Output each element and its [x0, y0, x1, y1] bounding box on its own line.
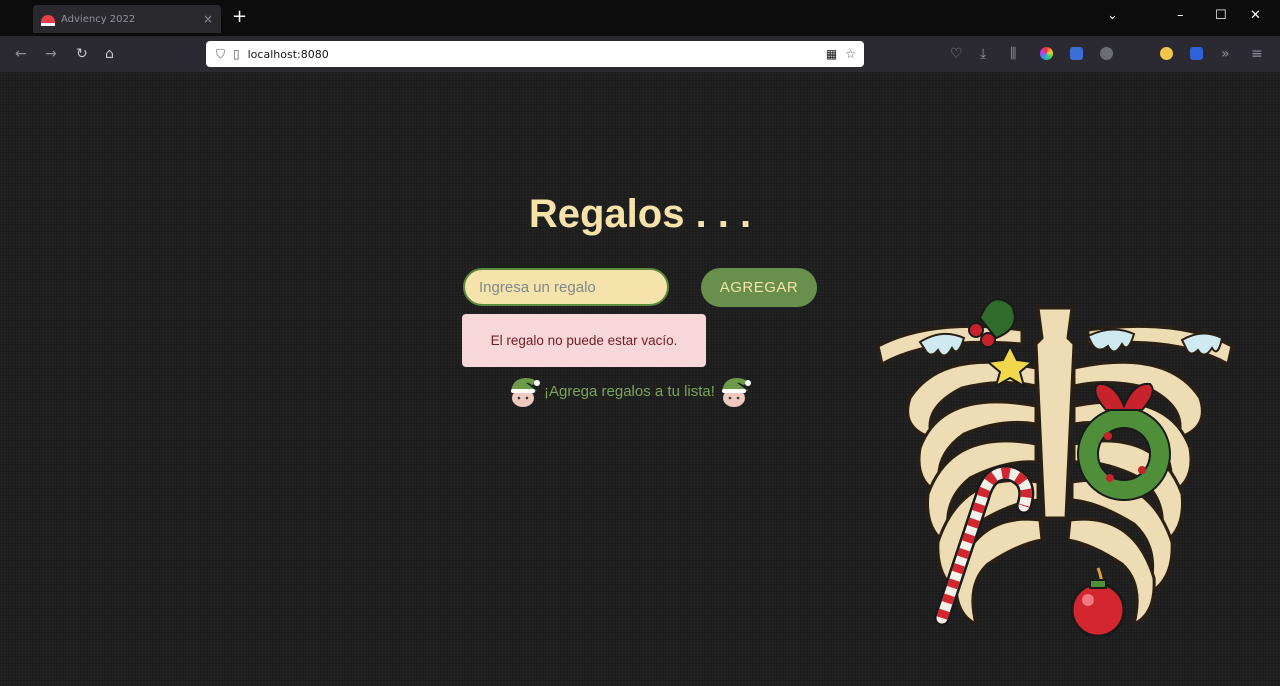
downloads-icon[interactable]: ⤓	[980, 45, 986, 63]
page-info-icon[interactable]: ▯	[233, 47, 240, 61]
forward-icon[interactable]: →	[45, 45, 57, 63]
list-tabs-icon[interactable]: ⌄	[1107, 9, 1118, 23]
maximize-icon[interactable]: ☐	[1215, 9, 1227, 23]
error-alert: El regalo no puede estar vacío.	[462, 314, 706, 367]
bookmark-star-icon[interactable]: ☆	[845, 47, 856, 61]
error-message: El regalo no puede estar vacío.	[490, 333, 678, 348]
gear-extension-icon[interactable]	[1100, 47, 1113, 60]
elf-icon	[721, 378, 751, 407]
address-bar[interactable]: ⛉ ▯ localhost:8080 ▦ ☆	[206, 41, 864, 67]
santa-hat-icon	[41, 14, 55, 26]
home-icon[interactable]: ⌂	[105, 45, 114, 63]
url-text[interactable]: localhost:8080	[248, 48, 329, 61]
reload-icon[interactable]: ↻	[76, 45, 88, 63]
color-picker-extension-icon[interactable]	[1040, 47, 1053, 60]
new-tab-button[interactable]: +	[232, 8, 247, 26]
elf-icon	[511, 378, 540, 407]
empty-list-text: ¡Agrega regalos a tu lista!	[544, 382, 715, 400]
page-title: Regalos . . .	[528, 192, 752, 236]
close-tab-icon[interactable]: ×	[203, 12, 213, 26]
navigation-toolbar: ← → ↻ ⌂ ⛉ ▯ localhost:8080 ▦ ☆ ♡ ⤓ ⫼ » ≡	[0, 36, 1280, 72]
add-gift-button[interactable]: AGREGAR	[701, 268, 817, 307]
page-content: Regalos . . . AGREGAR El regalo no puede…	[0, 72, 1280, 686]
gift-input[interactable]	[463, 268, 669, 306]
shield-icon[interactable]: ⛉	[216, 47, 225, 62]
translate-extension-icon[interactable]	[1070, 47, 1083, 60]
emoji-extension-icon[interactable]	[1160, 47, 1173, 60]
window-close-icon[interactable]: ✕	[1250, 9, 1261, 23]
overflow-chevrons-icon[interactable]: »	[1221, 45, 1230, 63]
back-icon[interactable]: ←	[15, 45, 27, 63]
tab-title: Adviency 2022	[61, 13, 136, 25]
tab-bar: Adviency 2022 × + ⌄ – ☐ ✕	[0, 0, 1280, 36]
browser-tab[interactable]: Adviency 2022 ×	[33, 5, 221, 33]
qr-code-icon[interactable]: ▦	[826, 47, 837, 61]
empty-list-message: ¡Agrega regalos a tu lista!	[508, 374, 751, 408]
minimize-icon[interactable]: –	[1177, 9, 1184, 23]
pocket-icon[interactable]: ♡	[950, 45, 963, 63]
menu-icon[interactable]: ≡	[1251, 45, 1263, 63]
library-icon[interactable]: ⫼	[1010, 45, 1016, 63]
christmas-skeleton-illustration	[876, 298, 1234, 638]
document-extension-icon[interactable]	[1190, 47, 1203, 60]
